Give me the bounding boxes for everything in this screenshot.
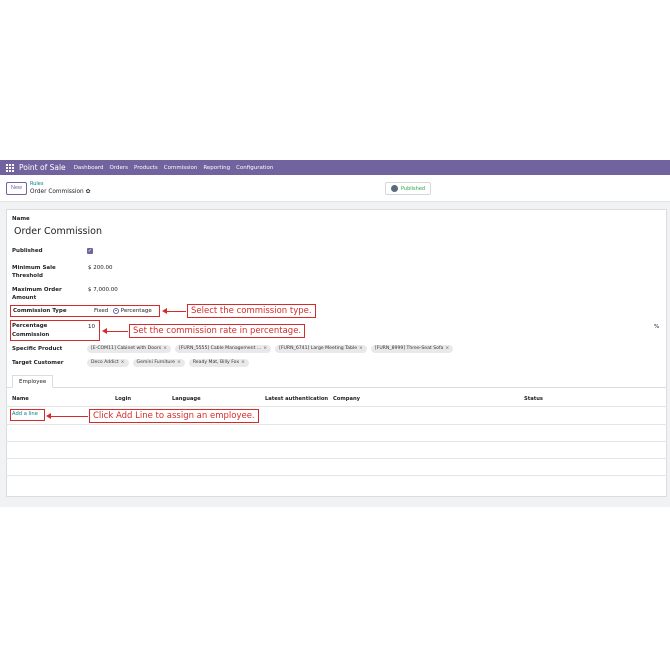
- tag-remove-icon[interactable]: ×: [121, 360, 125, 365]
- max-order-label-line1: Maximum Order: [12, 287, 62, 293]
- tag-remove-icon[interactable]: ×: [177, 360, 181, 365]
- commission-type-arrow: [162, 308, 186, 314]
- product-tag[interactable]: [FURN_6741] Large Meeting Table ×: [275, 345, 367, 353]
- tag-remove-icon[interactable]: ×: [263, 346, 267, 351]
- nav-commission[interactable]: Commission: [164, 165, 198, 171]
- control-panel: New Rules Order Commission ✿ Published: [0, 175, 670, 202]
- min-sale-label-line2: Threshold: [12, 273, 43, 279]
- radio-percentage[interactable]: [113, 307, 120, 314]
- name-label: Name: [12, 216, 30, 222]
- min-sale-input[interactable]: $ 200.00: [88, 264, 113, 272]
- product-tag[interactable]: [FURN_5555] Cable Management ... ×: [174, 345, 272, 353]
- tag-remove-icon[interactable]: ×: [163, 346, 167, 351]
- specific-product-label: Specific Product: [12, 346, 63, 352]
- gear-icon[interactable]: ✿: [86, 188, 91, 195]
- percentage-annotation: Set the commission rate in percentage.: [129, 324, 306, 338]
- percentage-label-line1: Percentage: [12, 323, 48, 329]
- add-line-annotation: Click Add Line to assign an employee.: [89, 409, 259, 423]
- target-customer-label: Target Customer: [12, 360, 64, 366]
- published-button[interactable]: Published: [385, 182, 432, 195]
- commission-type-radio-group: Fixed Percentage: [94, 307, 152, 315]
- column-header-latest-auth[interactable]: Latest authentication: [265, 396, 328, 402]
- new-button[interactable]: New: [6, 182, 28, 195]
- commission-type-label: Commission Type: [13, 308, 67, 314]
- commission-type-annotation: Select the commission type.: [187, 304, 316, 318]
- nav-reporting[interactable]: Reporting: [203, 165, 230, 171]
- globe-icon: [391, 185, 398, 192]
- column-header-language[interactable]: Language: [172, 396, 201, 402]
- viewport: Point of Sale Dashboard Orders Products …: [0, 0, 670, 670]
- add-line-arrow: [46, 413, 88, 419]
- customer-tag[interactable]: Deco Addict ×: [87, 359, 129, 367]
- table-row-divider: [6, 406, 667, 407]
- tab-divider: [6, 387, 667, 388]
- tag-remove-icon[interactable]: ×: [359, 346, 363, 351]
- percentage-label-line2: Commission: [12, 332, 50, 338]
- product-tag[interactable]: [FURN_8999] Three-Seat Sofa ×: [370, 345, 454, 353]
- add-line-link[interactable]: Add a line: [12, 411, 38, 417]
- apps-grid-icon[interactable]: [6, 163, 14, 172]
- customer-tag[interactable]: Gemini Furniture ×: [132, 359, 185, 367]
- breadcrumb-current: Order Commission ✿: [30, 188, 91, 195]
- column-header-name[interactable]: Name: [12, 396, 29, 402]
- app-name[interactable]: Point of Sale: [19, 163, 66, 172]
- nav-dashboard[interactable]: Dashboard: [74, 165, 104, 171]
- tag-remove-icon[interactable]: ×: [445, 346, 449, 351]
- product-tag[interactable]: [E-COM11] Cabinet with Doors ×: [87, 345, 171, 353]
- breadcrumb-current-label: Order Commission: [30, 189, 84, 195]
- column-header-login[interactable]: Login: [115, 396, 131, 402]
- published-label: Published: [12, 248, 43, 254]
- top-navbar: Point of Sale Dashboard Orders Products …: [0, 160, 670, 175]
- fixed-label[interactable]: Fixed: [94, 308, 108, 314]
- breadcrumb-parent[interactable]: Rules: [30, 181, 44, 187]
- column-header-company[interactable]: Company: [333, 396, 360, 402]
- nav-products[interactable]: Products: [134, 165, 158, 171]
- table-row: [6, 458, 667, 459]
- tab-employee[interactable]: Employee: [12, 375, 54, 388]
- percentage-suffix: %: [654, 324, 660, 330]
- name-input[interactable]: Order Commission: [14, 226, 102, 237]
- max-order-input[interactable]: $ 7,000.00: [88, 286, 118, 294]
- checkbox-checked-icon[interactable]: ✓: [87, 248, 93, 254]
- table-row: [6, 441, 667, 442]
- percentage-label[interactable]: Percentage: [121, 308, 152, 314]
- customer-tag[interactable]: Ready Mat, Billy Fox ×: [188, 359, 249, 367]
- nav-orders[interactable]: Orders: [110, 165, 129, 171]
- target-customer-tags[interactable]: Deco Addict × Gemini Furniture × Ready Mat…: [87, 359, 249, 367]
- table-row: [6, 424, 667, 425]
- percentage-arrow: [102, 328, 128, 334]
- specific-product-tags[interactable]: [E-COM11] Cabinet with Doors × [FURN_5555…: [87, 345, 454, 353]
- table-row: [6, 475, 667, 476]
- form-sheet: [6, 209, 667, 497]
- max-order-label-line2: Amount: [12, 295, 37, 301]
- percentage-input[interactable]: 10: [88, 323, 95, 331]
- column-header-status[interactable]: Status: [524, 396, 543, 402]
- published-button-label: Published: [401, 185, 426, 192]
- tag-remove-icon[interactable]: ×: [241, 360, 245, 365]
- nav-configuration[interactable]: Configuration: [236, 165, 273, 171]
- min-sale-label-line1: Minimum Sale: [12, 265, 56, 271]
